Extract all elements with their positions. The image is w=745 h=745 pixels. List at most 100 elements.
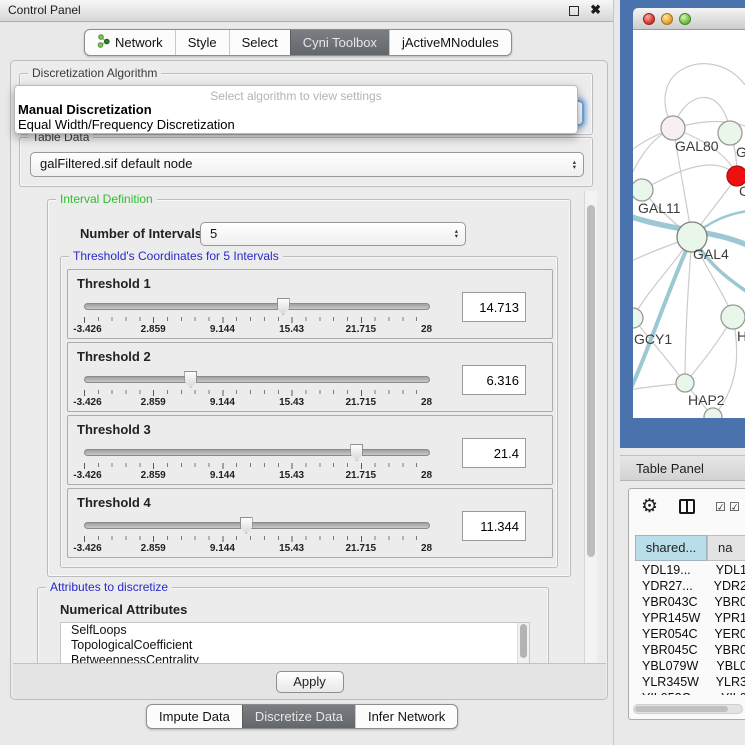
- slider-thumb[interactable]: [240, 517, 253, 534]
- cell-shared-name: YDL19...: [635, 563, 702, 579]
- slider-track[interactable]: [84, 449, 430, 456]
- slider-thumb[interactable]: [350, 444, 363, 461]
- slider-thumb[interactable]: [277, 298, 290, 315]
- interval-definition-title: Interval Definition: [56, 192, 157, 206]
- tab-network[interactable]: Network: [85, 30, 175, 55]
- checkbox-icon[interactable]: ☑: [729, 500, 740, 514]
- tab-infer-network[interactable]: Infer Network: [355, 705, 457, 728]
- tab-discretize-data[interactable]: Discretize Data: [242, 705, 355, 728]
- cell-name: YDL1: [702, 563, 745, 579]
- threshold-slider[interactable]: -3.426 2.859 9.144 15.43 21.715 28: [84, 371, 430, 409]
- numerical-attributes-list[interactable]: SelfLoops TopologicalCoefficient Between…: [60, 622, 530, 663]
- threshold-slider[interactable]: -3.426 2.859 9.144 15.43 21.715 28: [84, 298, 430, 336]
- scale-label: 2.859: [141, 470, 166, 481]
- threshold-slider[interactable]: -3.426 2.859 9.144 15.43 21.715 28: [84, 517, 430, 555]
- tab-style[interactable]: Style: [175, 30, 229, 55]
- threshold-slider[interactable]: -3.426 2.859 9.144 15.43 21.715 28: [84, 444, 430, 482]
- threshold-value-field[interactable]: [462, 292, 526, 322]
- scale-label: 15.43: [279, 470, 304, 481]
- dropdown-option-manual[interactable]: Manual Discretization: [15, 102, 577, 117]
- settings-vertical-scrollbar[interactable]: [584, 191, 597, 663]
- tab-impute-data[interactable]: Impute Data: [147, 705, 242, 728]
- slider-major-ticks: [84, 317, 430, 323]
- list-item[interactable]: SelfLoops: [61, 623, 529, 638]
- node-gal80[interactable]: [661, 116, 685, 140]
- cell-shared-name: YBR043C: [635, 595, 700, 611]
- node-gal11[interactable]: [633, 179, 653, 201]
- split-view-icon[interactable]: [679, 499, 695, 514]
- cell-name: YPR1: [700, 611, 745, 627]
- node-hap2[interactable]: [676, 374, 694, 392]
- threshold-value-field[interactable]: [462, 438, 526, 468]
- list-item[interactable]: TopologicalCoefficient: [61, 638, 529, 653]
- threshold-panel-4: Threshold 4 -3.426 2.859 9.144 15.43: [67, 488, 553, 558]
- cell-name: YLR3: [702, 675, 745, 691]
- float-window-icon[interactable]: [569, 6, 579, 16]
- scrollbar-thumb[interactable]: [587, 205, 595, 557]
- threshold-panel-2: Threshold 2 -3.426 2.859 9.144 15.43: [67, 342, 553, 412]
- list-vertical-scrollbar[interactable]: [517, 623, 529, 663]
- checkbox-icon[interactable]: ☑: [715, 500, 726, 514]
- tab-select[interactable]: Select: [229, 30, 290, 55]
- slider-scale-labels: -3.426 2.859 9.144 15.43 21.715 28: [84, 470, 430, 482]
- scrollbar-thumb[interactable]: [635, 706, 728, 712]
- table-row[interactable]: YBL079WYBL0: [635, 659, 745, 675]
- table-row[interactable]: YBR043CYBR0: [635, 595, 745, 611]
- slider-track[interactable]: [84, 522, 430, 529]
- num-intervals-combobox[interactable]: 5 ▴▾: [200, 222, 466, 246]
- cell-shared-name: YER054C: [635, 627, 700, 643]
- scale-label: 9.144: [210, 470, 235, 481]
- node-label-hap2: HAP2: [688, 392, 725, 408]
- table-row[interactable]: YER054CYER0: [635, 627, 745, 643]
- table-row[interactable]: YPR145WYPR1: [635, 611, 745, 627]
- threshold-label: Threshold 4: [77, 495, 151, 510]
- tab-jactivemnodules[interactable]: jActiveMNodules: [389, 30, 511, 55]
- tab-cyni-toolbox[interactable]: Cyni Toolbox: [290, 30, 389, 55]
- scale-label: 15.43: [279, 397, 304, 408]
- table-row[interactable]: YBR045CYBR0: [635, 643, 745, 659]
- gear-icon[interactable]: ⚙: [641, 495, 658, 518]
- table-data-selected: galFiltered.sif default node: [40, 156, 192, 171]
- node-label-gcy1: GCY1: [634, 331, 672, 347]
- network-canvas[interactable]: GAL80 GA C GAL11 GAL4 GCY1 H HAP2: [633, 30, 745, 418]
- slider-thumb[interactable]: [184, 371, 197, 388]
- threshold-value-field[interactable]: [462, 365, 526, 395]
- list-item[interactable]: BetweennessCentrality: [61, 653, 529, 663]
- tab-cyni-label: Cyni Toolbox: [303, 35, 377, 50]
- column-header-shared-name[interactable]: shared...: [635, 535, 707, 561]
- slider-track[interactable]: [84, 303, 430, 310]
- table-row[interactable]: YDL19...YDL1: [635, 563, 745, 579]
- node-top-right[interactable]: [718, 121, 742, 145]
- bottom-tabbar: Impute Data Discretize Data Infer Networ…: [146, 704, 458, 729]
- threshold-value-field[interactable]: [462, 511, 526, 541]
- cell-name: YBR0: [700, 643, 745, 659]
- node-gcy1[interactable]: [633, 308, 643, 328]
- table-row[interactable]: YLR345WYLR3: [635, 675, 745, 691]
- mac-close-icon[interactable]: [643, 13, 655, 25]
- table-horizontal-scrollbar[interactable]: [633, 704, 743, 714]
- scale-label: 2.859: [141, 324, 166, 335]
- table-data-combobox[interactable]: galFiltered.sif default node ▴▾: [30, 152, 584, 177]
- num-intervals-value: 5: [210, 226, 217, 241]
- scale-label: 28: [421, 397, 432, 408]
- node-h[interactable]: [721, 305, 745, 329]
- scale-label: 21.715: [346, 543, 377, 554]
- slider-track[interactable]: [84, 376, 430, 383]
- slider-scale-labels: -3.426 2.859 9.144 15.43 21.715 28: [84, 324, 430, 336]
- table-row[interactable]: YDR27...YDR2: [635, 579, 745, 595]
- table-data-group: Table Data galFiltered.sif default node …: [19, 137, 593, 187]
- table-row[interactable]: YIL052CYIL0: [635, 691, 745, 695]
- scale-label: 21.715: [346, 470, 377, 481]
- threshold-label: Threshold 2: [77, 349, 151, 364]
- close-icon[interactable]: ✖: [590, 2, 601, 18]
- dropdown-option-equal-width[interactable]: Equal Width/Frequency Discretization: [15, 117, 577, 132]
- scale-label: -3.426: [73, 324, 101, 335]
- mac-zoom-icon[interactable]: [679, 13, 691, 25]
- panel-title: Control Panel: [8, 0, 81, 21]
- column-header-name[interactable]: na: [707, 535, 745, 561]
- tab-jactive-label: jActiveMNodules: [402, 35, 499, 50]
- apply-button[interactable]: Apply: [276, 671, 344, 693]
- mac-minimize-icon[interactable]: [661, 13, 673, 25]
- scrollbar-thumb[interactable]: [520, 624, 527, 658]
- algorithm-group-title: Discretization Algorithm: [28, 66, 161, 80]
